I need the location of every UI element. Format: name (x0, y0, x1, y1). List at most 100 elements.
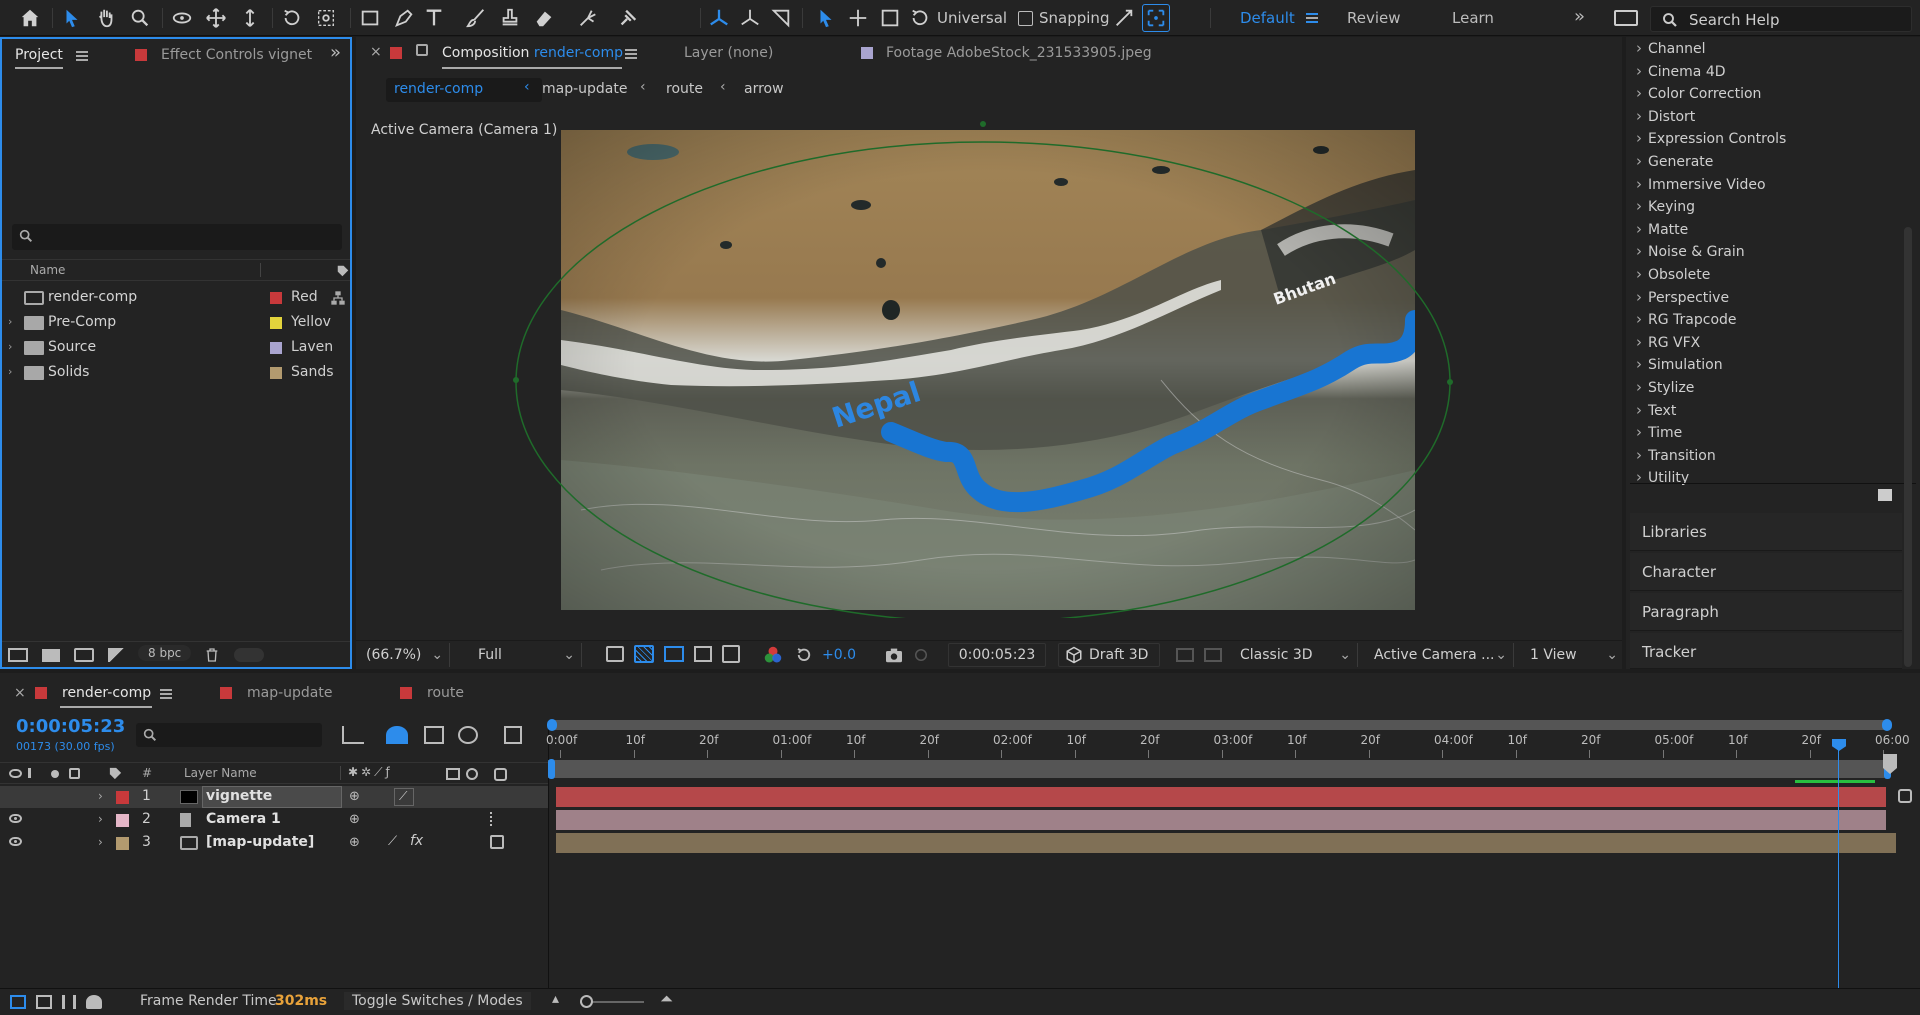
in-out-panes-icon[interactable] (62, 995, 76, 1009)
zoom-slider-thumb[interactable] (580, 995, 593, 1008)
transfer-controls-icon[interactable] (36, 995, 52, 1009)
timeline-search-input[interactable] (136, 723, 322, 747)
resolution-dropdown[interactable]: Full ⌄ (478, 643, 582, 667)
puppet-pin-icon[interactable] (614, 4, 642, 32)
dolly-camera-icon[interactable] (236, 4, 264, 32)
toggle-switches-modes-button[interactable]: Toggle Switches / Modes (344, 992, 531, 1010)
zoom-tool-icon[interactable] (126, 4, 154, 32)
tab-composition[interactable]: Composition render-comp (442, 45, 623, 61)
navigator-start-handle[interactable] (547, 719, 557, 731)
layer-bar-camera-1[interactable] (556, 810, 1886, 830)
parent-column-icon[interactable] (494, 768, 507, 781)
layer-bar-vignette[interactable] (556, 787, 1886, 807)
more-workspaces-icon[interactable]: » (1574, 6, 1585, 27)
effect-category-text[interactable]: Text (1636, 401, 1676, 419)
zoom-dropdown[interactable]: (66.7%) ⌄ (366, 643, 451, 667)
solo-switch-icon[interactable] (51, 770, 59, 778)
project-menu-icon[interactable] (76, 51, 88, 61)
anchor-point-icon[interactable] (312, 4, 340, 32)
shy-switch-icon[interactable]: ⊕ (349, 812, 360, 827)
effect-category-expression-controls[interactable]: Expression Controls (1636, 129, 1786, 147)
visibility-eye-icon[interactable] (9, 837, 22, 846)
motion-blur-icon[interactable] (458, 726, 478, 744)
close-tab-icon[interactable]: × (370, 44, 382, 60)
layer-row-camera-1[interactable]: › 2 Camera 1 ⊕ (0, 809, 548, 831)
3d-layer-switch-icon[interactable] (490, 835, 504, 849)
new-composition-icon[interactable] (74, 648, 94, 662)
shy-switch-icon[interactable]: ⊕ (349, 789, 360, 804)
expand-chevron-icon[interactable]: › (98, 789, 103, 803)
search-help-box[interactable]: Search Help (1650, 6, 1912, 32)
renderer-dropdown[interactable]: Classic 3D ⌄ (1240, 643, 1358, 667)
interpret-footage-icon[interactable] (8, 648, 28, 662)
effect-category-stylize[interactable]: Stylize (1636, 378, 1694, 396)
current-time-display[interactable]: 0:00:05:23 (948, 643, 1046, 667)
effect-category-generate[interactable]: Generate (1636, 152, 1713, 170)
crumb-route[interactable]: route (666, 81, 703, 97)
close-tab-icon[interactable]: × (14, 685, 26, 701)
lock-icon[interactable] (416, 44, 428, 56)
layer-row-vignette[interactable]: › 1 vignette ⊕ ⟋ (0, 786, 548, 808)
navigator-end-handle[interactable] (1882, 719, 1892, 731)
rectangle-tool-icon[interactable] (356, 4, 384, 32)
thumbnail-toggle[interactable] (234, 648, 264, 662)
timeline-menu-icon[interactable] (160, 689, 172, 699)
work-area-bar[interactable] (548, 760, 1888, 778)
snap-options-icon[interactable] (1110, 4, 1138, 32)
grid-guides-icon[interactable] (722, 645, 740, 663)
snapping-checkbox[interactable] (1018, 11, 1033, 26)
work-area-start[interactable] (548, 759, 555, 779)
expand-chevron-icon[interactable]: › (8, 315, 12, 328)
view-axis-icon[interactable] (767, 4, 795, 32)
flowchart-icon[interactable] (330, 290, 346, 306)
fx-switch-icon[interactable]: ⟋ (394, 788, 414, 806)
expand-chevron-icon[interactable]: › (8, 340, 12, 353)
timeline-tab-render-comp[interactable]: render-comp (62, 685, 151, 701)
visibility-eye-icon[interactable] (9, 814, 22, 823)
audio-switch-icon[interactable] (28, 768, 38, 778)
label-column-icon[interactable] (108, 766, 123, 781)
parent-link-icon[interactable] (490, 812, 504, 826)
effect-category-rg-vfx[interactable]: RG VFX (1636, 333, 1700, 351)
layer-label-swatch[interactable] (116, 837, 129, 850)
composition-viewer[interactable]: Nepal Bhutan (561, 130, 1425, 610)
video-switch-icon[interactable] (9, 769, 22, 778)
eraser-tool-icon[interactable] (530, 4, 558, 32)
rotation-tool-icon[interactable] (278, 4, 306, 32)
crumb-render-comp[interactable]: render-comp (394, 81, 483, 97)
effect-category-transition[interactable]: Transition (1636, 446, 1716, 464)
channel-icon[interactable] (764, 646, 782, 664)
composition-flowchart-icon[interactable] (342, 726, 364, 744)
scale-icon[interactable] (876, 4, 904, 32)
label-column-icon[interactable] (336, 264, 350, 278)
view-layout-dropdown[interactable]: 1 View ⌄ (1530, 643, 1618, 667)
workspace-review[interactable]: Review (1347, 9, 1401, 27)
clone-stamp-icon[interactable] (496, 4, 524, 32)
column-layer-name-header[interactable]: Layer Name (184, 766, 257, 780)
brush-tool-icon[interactable] (462, 4, 490, 32)
timeline-tab-map-update[interactable]: map-update (247, 685, 332, 701)
camera-view-dropdown[interactable]: Active Camera ... ⌄ (1374, 643, 1514, 667)
effects-scrollbar[interactable] (1904, 227, 1912, 667)
timeline-tab-route[interactable]: route (427, 685, 464, 701)
region-of-interest-icon[interactable] (694, 646, 712, 662)
expand-chevron-icon[interactable]: › (98, 835, 103, 849)
pan-camera-icon[interactable] (202, 4, 230, 32)
effect-category-rg-trapcode[interactable]: RG Trapcode (1636, 310, 1737, 328)
layer-bar-map-update[interactable] (556, 833, 1896, 853)
lock-switch-icon[interactable] (69, 768, 80, 779)
zoom-in-icon[interactable]: ⏶ (660, 989, 673, 1009)
render-time-pane-icon[interactable] (86, 995, 102, 1009)
adjustment-layer-icon[interactable] (446, 768, 460, 780)
effect-category-channel[interactable]: Channel (1636, 39, 1705, 57)
effect-category-cinema-4d[interactable]: Cinema 4D (1636, 62, 1726, 80)
render-queue-icon[interactable] (108, 648, 126, 662)
workspace-learn[interactable]: Learn (1452, 9, 1494, 27)
panel-tracker[interactable]: Tracker (1630, 633, 1902, 669)
effects-switch-icon[interactable]: fx (410, 833, 423, 849)
effect-category-matte[interactable]: Matte (1636, 220, 1688, 238)
keyboard-icon[interactable] (1614, 10, 1638, 26)
workspace-default[interactable]: Default (1240, 9, 1295, 27)
pen-tool-icon[interactable] (390, 4, 418, 32)
extended-viewer-icon[interactable] (1204, 648, 1222, 662)
